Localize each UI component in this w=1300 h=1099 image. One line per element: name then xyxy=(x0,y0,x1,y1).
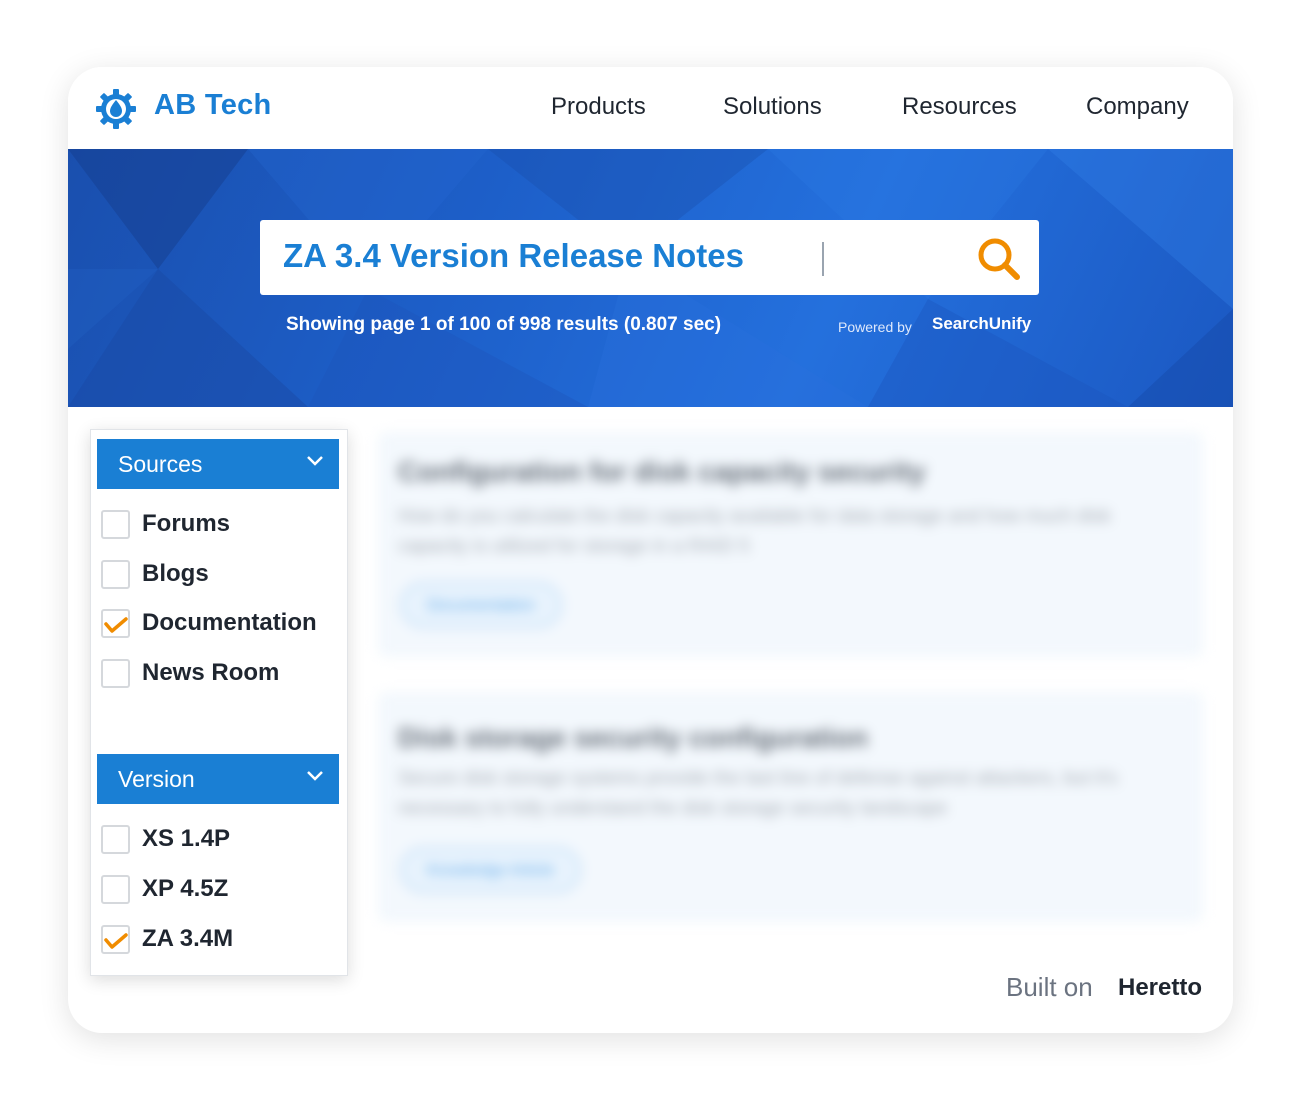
brand-name[interactable]: AB Tech xyxy=(154,89,272,122)
results-list: Configuration for disk capacity security… xyxy=(378,432,1203,932)
result-description: How do you calculate the disk capacity a… xyxy=(398,506,1111,557)
checkbox[interactable] xyxy=(101,659,130,688)
filter-option-label: ZA 3.4M xyxy=(142,925,234,952)
checkmark-icon xyxy=(104,933,128,949)
result-card[interactable]: Configuration for disk capacity security… xyxy=(378,432,1203,657)
filter-option-label: XP 4.5Z xyxy=(142,875,229,902)
checkbox-checked[interactable] xyxy=(101,609,130,638)
version-filter-header[interactable]: Version xyxy=(97,754,339,804)
heretto-logo[interactable]: Heretto xyxy=(1118,974,1202,1002)
checkbox[interactable] xyxy=(101,825,130,854)
results-summary: Showing page 1 of 100 of 998 results (0.… xyxy=(286,314,722,335)
nav-company[interactable]: Company xyxy=(1086,93,1189,121)
result-description: Secure disk storage systems provide the … xyxy=(398,768,1118,819)
filter-panel: Sources Forums Blogs Documentation News … xyxy=(90,429,348,976)
checkbox[interactable] xyxy=(101,875,130,904)
result-title[interactable]: Disk storage security configuration xyxy=(398,722,868,754)
powered-by-label: Powered by xyxy=(838,319,912,335)
built-on-label: Built on xyxy=(1006,972,1093,1002)
top-navigation: AB Tech Products Solutions Resources Com… xyxy=(68,67,1233,149)
checkbox[interactable] xyxy=(101,510,130,539)
result-title[interactable]: Configuration for disk capacity security xyxy=(398,456,925,488)
filter-option-label: Documentation xyxy=(142,609,317,636)
filter-option-label: XS 1.4P xyxy=(142,825,231,852)
checkbox-checked[interactable] xyxy=(101,925,130,954)
version-filter-title: Version xyxy=(118,766,195,792)
result-tag[interactable]: Documentation xyxy=(400,582,562,628)
page-card: AB Tech Products Solutions Resources Com… xyxy=(68,67,1233,1033)
chevron-down-icon xyxy=(307,456,323,466)
result-tag[interactable]: Knowledge Article xyxy=(400,847,582,893)
search-box[interactable]: ZA 3.4 Version Release Notes xyxy=(260,220,1039,295)
search-icon[interactable] xyxy=(976,236,1022,282)
checkbox[interactable] xyxy=(101,560,130,589)
nav-solutions[interactable]: Solutions xyxy=(723,93,822,121)
search-input[interactable]: ZA 3.4 Version Release Notes xyxy=(283,237,744,275)
checkmark-icon xyxy=(104,617,128,633)
searchunify-logo[interactable]: SearchUnify xyxy=(932,314,1031,334)
filter-option-label: Forums xyxy=(142,510,231,537)
sources-filter-title: Sources xyxy=(118,451,203,477)
result-card[interactable]: Disk storage security configuration Secu… xyxy=(378,692,1203,922)
nav-resources[interactable]: Resources xyxy=(902,93,1017,121)
text-caret xyxy=(822,242,824,276)
sources-filter-header[interactable]: Sources xyxy=(97,439,339,489)
filter-option-label: News Room xyxy=(142,659,280,686)
filter-option-label: Blogs xyxy=(142,560,209,587)
nav-products[interactable]: Products xyxy=(551,93,646,121)
search-hero-banner: ZA 3.4 Version Release Notes Showing pag… xyxy=(68,149,1233,407)
chevron-down-icon xyxy=(307,771,323,781)
gear-drop-logo-icon[interactable] xyxy=(94,87,138,131)
